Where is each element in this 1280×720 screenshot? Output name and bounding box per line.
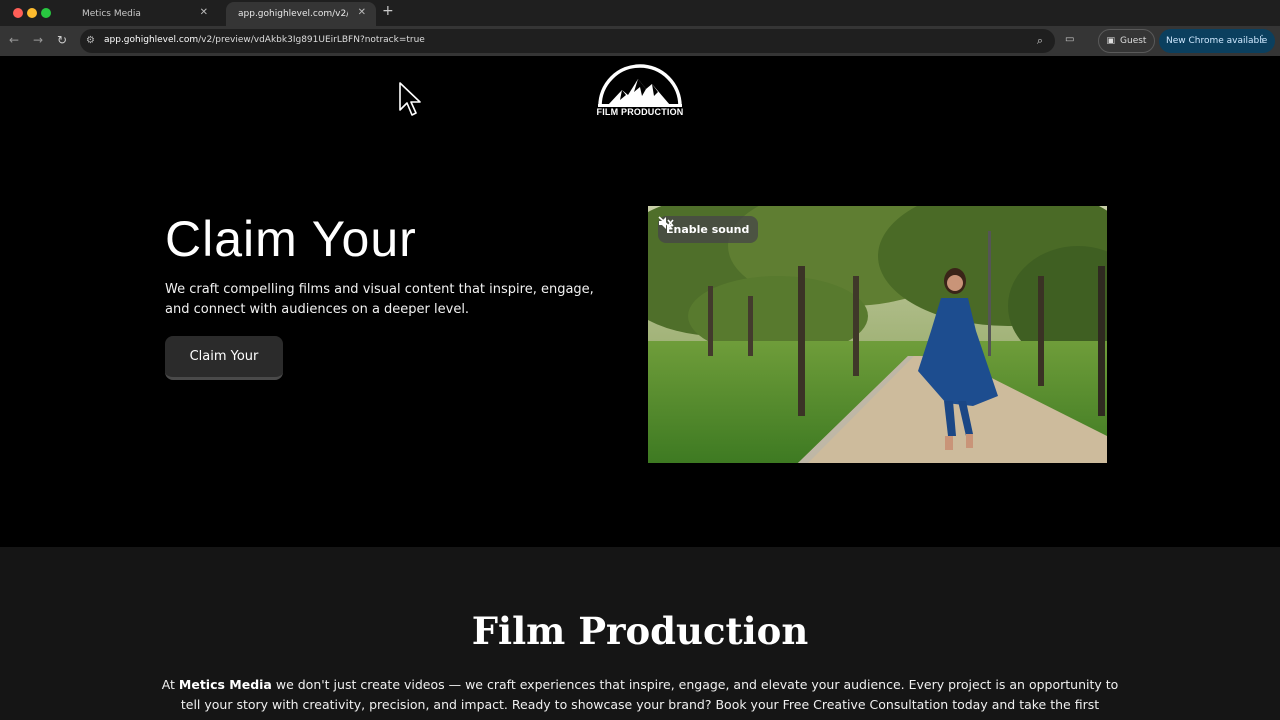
window-minimize-button[interactable] — [27, 8, 37, 18]
window-close-button[interactable] — [13, 8, 23, 18]
window-zoom-button[interactable] — [41, 8, 51, 18]
browser-tab-metics-media[interactable]: Metics Media ✕ — [70, 2, 218, 26]
hero-title: Claim Your — [165, 211, 417, 267]
browser-tab-preview[interactable]: app.gohighlevel.com/v2/preview ✕ — [226, 2, 376, 26]
reading-mode-icon[interactable]: ▭ — [1065, 34, 1074, 45]
chrome-update-button[interactable]: New Chrome available ⋮ — [1159, 29, 1275, 53]
page-content: FILM PRODUCTION Claim Your We craft comp… — [0, 56, 1280, 720]
mouse-cursor-icon — [399, 82, 421, 116]
zoom-icon[interactable]: ⌕ — [1037, 34, 1043, 48]
logo-text: FILM PRODUCTION — [596, 107, 684, 117]
about-section: Film Production At Metics Media we don't… — [0, 547, 1280, 720]
browser-toolbar: ← → ↻ ⚙ app.gohighlevel.com/v2/preview/v… — [0, 26, 1280, 56]
browser-tab-bar: Metics Media ✕ app.gohighlevel.com/v2/pr… — [0, 0, 1280, 26]
tab-title: Metics Media — [82, 9, 141, 19]
speaker-muted-icon — [658, 216, 674, 230]
url-text[interactable]: app.gohighlevel.com/v2/preview/vdAkbk3Ig… — [104, 35, 425, 45]
about-title: Film Production — [471, 609, 809, 653]
new-tab-button[interactable]: + — [382, 3, 394, 19]
profile-label: Guest — [1120, 36, 1147, 46]
person-icon: ▣ — [1106, 36, 1116, 46]
update-label: New Chrome available — [1166, 36, 1268, 46]
back-arrow-icon[interactable]: ← — [9, 33, 19, 47]
hero-video[interactable]: Enable sound — [648, 206, 1107, 463]
claim-button[interactable]: Claim Your — [165, 336, 283, 380]
forward-arrow-icon[interactable]: → — [33, 33, 43, 47]
site-settings-icon[interactable]: ⚙ — [86, 35, 95, 46]
mountain-logo-icon — [598, 64, 682, 107]
brand-name: Metics Media — [178, 677, 272, 692]
reload-icon[interactable]: ↻ — [57, 33, 67, 47]
tab-title: app.gohighlevel.com/v2/preview — [238, 9, 348, 19]
site-logo[interactable]: FILM PRODUCTION — [596, 62, 684, 118]
enable-sound-label: Enable sound — [666, 223, 750, 236]
video-frame — [648, 206, 1107, 463]
about-text: At Metics Media we don't just create vid… — [161, 677, 1119, 712]
address-bar[interactable]: ⚙ app.gohighlevel.com/v2/preview/vdAkbk3… — [80, 29, 1055, 53]
enable-sound-button[interactable]: Enable sound — [658, 216, 759, 243]
hero-description: We craft compelling films and visual con… — [165, 282, 594, 317]
close-icon[interactable]: ✕ — [358, 7, 366, 18]
close-icon[interactable]: ✕ — [200, 7, 208, 18]
profile-button[interactable]: ▣ Guest — [1098, 29, 1155, 53]
more-menu-icon[interactable]: ⋮ — [1257, 34, 1267, 45]
